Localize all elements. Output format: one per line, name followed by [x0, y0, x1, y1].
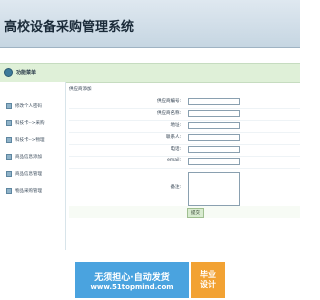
- supplier-id-field[interactable]: [188, 98, 240, 105]
- email-field[interactable]: [188, 158, 240, 165]
- doc-icon: [6, 188, 12, 194]
- sidebar-item-procurement[interactable]: 物品采购管理: [6, 187, 42, 195]
- sidebar-item-label: 科技卡-->采购: [15, 121, 45, 126]
- address-field[interactable]: [188, 122, 240, 129]
- banner-slogan: 无须担心·自动发货: [94, 272, 170, 283]
- sidebar-item-tech-card-physics[interactable]: 科技卡-->物理: [6, 136, 45, 144]
- banner-side-line2: 设计: [200, 280, 216, 289]
- doc-icon: [6, 120, 12, 126]
- sidebar-item-label: 科技卡-->物理: [15, 138, 45, 143]
- banner-side: 毕业 设计: [191, 262, 225, 298]
- doc-icon: [6, 171, 12, 177]
- doc-icon: [6, 137, 12, 143]
- field-label: 供应商编号:: [156, 99, 181, 104]
- phone-field[interactable]: [188, 146, 240, 153]
- form-row-remarks: 备注:: [69, 170, 300, 207]
- submit-button[interactable]: 提交: [187, 208, 204, 218]
- sidebar-header: 功能菜单: [0, 64, 65, 81]
- promo-banner: 无须担心·自动发货 www.51topmind.com 毕业 设计: [75, 262, 225, 298]
- sidebar-item-label: 物品采购管理: [15, 189, 42, 194]
- field-label: email:: [167, 158, 181, 163]
- contact-field[interactable]: [188, 134, 240, 141]
- app-title: 高校设备采购管理系统: [4, 20, 135, 35]
- form-row-email: email:: [69, 156, 300, 169]
- remarks-field[interactable]: [188, 172, 240, 206]
- field-label: 电话:: [170, 147, 181, 152]
- sidebar-item-change-password[interactable]: 修改个人密码: [6, 102, 42, 110]
- top-nav: [1, 1, 10, 6]
- breadcrumb: 供应商添加: [69, 87, 92, 92]
- doc-icon: [6, 154, 12, 160]
- banner-side-line1: 毕业: [200, 270, 216, 279]
- sidebar-item-add-goods[interactable]: 商品信息添加: [6, 153, 42, 161]
- field-label: 备注:: [170, 185, 181, 190]
- banner-url: www.51topmind.com: [90, 282, 174, 291]
- sidebar-item-label: 商品信息添加: [15, 155, 42, 160]
- sidebar-item-tech-card-purchase[interactable]: 科技卡-->采购: [6, 119, 45, 127]
- sidebar-item-manage-goods[interactable]: 商品信息管理: [6, 170, 42, 178]
- sidebar-item-label: 修改个人密码: [15, 104, 42, 109]
- menu-icon: [4, 68, 13, 77]
- sidebar-item-label: 商品信息管理: [15, 172, 42, 177]
- banner-main: 无须担心·自动发货 www.51topmind.com: [75, 262, 189, 298]
- doc-icon: [6, 103, 12, 109]
- sidebar-heading: 功能菜单: [16, 70, 37, 76]
- field-label: 地址:: [170, 123, 181, 128]
- field-label: 供应商名称:: [156, 111, 181, 116]
- field-label: 联系人:: [165, 135, 181, 140]
- top-header: 高校设备采购管理系统: [0, 0, 300, 48]
- submit-row: [69, 206, 300, 218]
- supplier-name-field[interactable]: [188, 110, 240, 117]
- sidebar: 功能菜单 修改个人密码 科技卡-->采购 科技卡-->物理 商品信息添加 商品信…: [0, 68, 66, 250]
